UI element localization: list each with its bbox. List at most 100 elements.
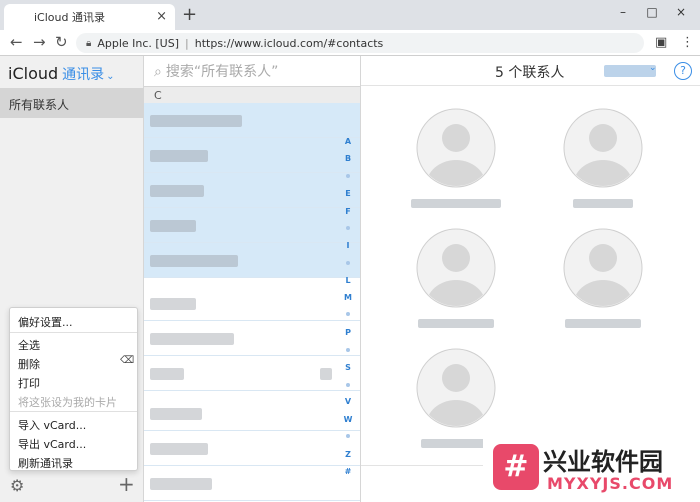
blurred-name <box>411 199 501 208</box>
blurred-name <box>150 333 234 345</box>
menu-item-select-all[interactable]: 全选 <box>18 337 40 353</box>
watermark-cn: 兴业软件园 <box>543 448 663 476</box>
minimize-button[interactable]: – <box>612 4 634 20</box>
watermark-en: MYXYJS.COM <box>547 474 674 493</box>
blurred-name <box>150 150 208 162</box>
address-bar[interactable]: 🔒︎ Apple Inc. [US] | https://www.icloud.… <box>76 33 644 53</box>
add-contact-button[interactable]: + <box>118 474 135 494</box>
section-header: C <box>144 87 360 103</box>
blurred-name <box>150 443 208 455</box>
maximize-button[interactable]: □ <box>641 4 663 20</box>
search-placeholder: 搜索“所有联系人” <box>165 64 279 80</box>
blurred-name <box>150 408 202 420</box>
blurred-name <box>565 319 641 328</box>
delete-key-icon: ⌫ <box>120 355 135 366</box>
gear-icon[interactable]: ⚙ <box>10 478 24 494</box>
index-letter[interactable]: F <box>342 207 354 217</box>
index-letter[interactable]: E <box>342 189 354 199</box>
blurred-name <box>150 185 204 197</box>
contact-row[interactable] <box>144 356 360 391</box>
contact-row[interactable] <box>144 243 360 278</box>
menu-item-export-vcard[interactable]: 导出 vCard... <box>18 436 86 452</box>
close-window-button[interactable]: × <box>670 4 692 20</box>
browser-titlebar: iCloud 通讯录 × + – □ × <box>0 0 700 30</box>
tab-title: iCloud 通讯录 <box>34 11 105 24</box>
menu-icon[interactable]: ⋮ <box>681 36 694 49</box>
watermark-logo: # <box>493 444 539 490</box>
index-letter[interactable]: I <box>342 241 354 251</box>
index-letter[interactable]: B <box>342 154 354 164</box>
index-letter[interactable]: Z <box>342 450 354 460</box>
menu-item-delete[interactable]: 删除 <box>18 356 40 372</box>
index-letter[interactable]: V <box>342 397 354 407</box>
blurred-name <box>418 319 494 328</box>
chevron-down-icon[interactable]: ⌄ <box>649 63 657 73</box>
contact-row[interactable] <box>144 396 360 431</box>
index-letter[interactable]: # <box>342 467 354 477</box>
index-letter[interactable]: M <box>342 293 354 303</box>
tab-close-icon[interactable]: × <box>156 10 167 23</box>
contact-row[interactable] <box>144 208 360 243</box>
index-dot <box>346 226 350 230</box>
detail-header: 5 个联系人 ⌄ ? <box>361 56 700 86</box>
menu-item-make-my-card: 将这张设为我的卡片 <box>18 396 117 409</box>
index-letter[interactable]: L <box>342 276 354 286</box>
index-dot <box>346 261 350 265</box>
blurred-name <box>150 115 242 127</box>
contact-card[interactable] <box>553 108 653 218</box>
forward-icon[interactable]: → <box>33 35 46 50</box>
settings-menu: 偏好设置... 全选 删除 ⌫ 打印 将这张设为我的卡片 导入 vCard...… <box>9 307 138 471</box>
menu-item-refresh[interactable]: 刷新通讯录 <box>18 455 73 471</box>
blurred-name <box>150 298 196 310</box>
lock-icon: 🔒︎ <box>86 37 92 49</box>
search-input[interactable]: ⌕ 搜索“所有联系人” <box>154 61 278 81</box>
avatar <box>416 228 496 308</box>
watermark: # 兴业软件园 MYXYJS.COM <box>483 436 700 502</box>
back-icon[interactable]: ← <box>10 35 23 50</box>
browser-toolbar: ← → ↻ 🔒︎ Apple Inc. [US] | https://www.i… <box>0 30 700 56</box>
index-letter[interactable]: P <box>342 328 354 338</box>
app-header[interactable]: iCloud 通讯录 ⌄ <box>8 64 115 84</box>
index-letter[interactable]: A <box>342 137 354 147</box>
url-text: https://www.icloud.com/#contacts <box>194 36 384 50</box>
blurred-name <box>150 368 184 380</box>
avatar <box>563 228 643 308</box>
contact-row[interactable] <box>144 321 360 356</box>
index-letter[interactable]: W <box>342 415 354 425</box>
reload-icon[interactable]: ↻ <box>55 35 68 50</box>
index-letter[interactable]: S <box>342 363 354 373</box>
contact-row[interactable] <box>144 173 360 208</box>
new-tab-button[interactable]: + <box>182 6 197 24</box>
index-dot <box>346 434 350 438</box>
contact-row[interactable] <box>144 431 360 466</box>
address-separator: | <box>185 36 189 50</box>
menu-item-import-vcard[interactable]: 导入 vCard... <box>18 417 86 433</box>
group-all-contacts[interactable]: 所有联系人 <box>0 88 144 118</box>
index-dot <box>346 348 350 352</box>
brand-label: iCloud <box>8 64 59 83</box>
blurred-name <box>421 439 491 448</box>
apple-icon <box>14 11 26 23</box>
contact-card[interactable] <box>553 228 653 338</box>
contact-row[interactable] <box>144 138 360 173</box>
menu-item-preferences[interactable]: 偏好设置... <box>18 314 73 330</box>
contact-list-pane: ⌕ 搜索“所有联系人” C A B E F I L M P S V W Z # <box>144 56 361 502</box>
browser-tab[interactable]: iCloud 通讯录 × <box>4 4 175 30</box>
contact-row[interactable] <box>144 286 360 321</box>
contacts-extension-icon[interactable]: ▣ <box>655 36 667 49</box>
site-identity: Apple Inc. [US] <box>97 36 180 50</box>
contact-card[interactable] <box>406 228 506 338</box>
avatar <box>416 108 496 188</box>
contact-card[interactable] <box>406 108 506 218</box>
blurred-name <box>573 199 633 208</box>
chevron-down-icon: ⌄ <box>106 71 115 82</box>
blurred-name <box>150 255 238 267</box>
menu-item-print[interactable]: 打印 <box>18 375 40 391</box>
help-icon[interactable]: ? <box>674 62 692 80</box>
blurred-name <box>150 220 196 232</box>
contact-row[interactable] <box>144 103 360 138</box>
menu-divider <box>10 411 137 412</box>
contact-row[interactable] <box>144 466 360 501</box>
app-name: 通讯录 <box>62 67 105 83</box>
index-dot <box>346 174 350 178</box>
